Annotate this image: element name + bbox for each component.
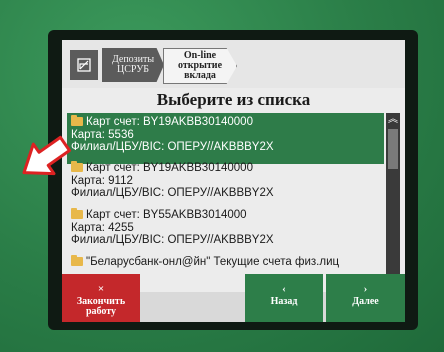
branch-bic: Филиал/ЦБУ/BIC: ОПЕРУ//AKBBBY2X [71, 141, 274, 153]
pointer-arrow-icon [22, 135, 72, 176]
page-title: Выберите из списка [156, 90, 311, 109]
account-number: Карт счет: BY19AKBB30140000 [86, 116, 253, 128]
next-button[interactable]: › Далее [326, 274, 405, 322]
scroll-thumb[interactable] [388, 129, 398, 169]
card-number: Карта: 4255 [71, 221, 134, 234]
finish-button[interactable]: × Закончить работу [62, 274, 140, 322]
card-number: Карта: 9112 [71, 174, 133, 187]
account-number: Карт счет: BY55AKBB3014000 [86, 209, 247, 221]
close-icon: × [97, 283, 105, 295]
home-icon [77, 58, 91, 72]
bottom-bar: × Закончить работу ‹ Назад › Далее [62, 274, 405, 322]
branch-bic: Филиал/ЦБУ/BIC: ОПЕРУ//AKBBBY2X [71, 234, 274, 246]
list-item[interactable]: Карт счет: BY19AKBB30140000 Карта: 9112 … [67, 159, 384, 210]
breadcrumb: Депозиты ЦСРУБ On-line открытие вклада [62, 40, 405, 88]
card-number: Карта: 5536 [71, 128, 134, 141]
back-label: Назад [270, 296, 298, 307]
chevron-right-icon: › [363, 283, 368, 295]
folder-icon [71, 255, 83, 266]
account-name: "Беларусбанк-онл@йн" Текущие счета физ.л… [86, 256, 340, 268]
home-button[interactable] [70, 50, 98, 80]
folder-icon [71, 115, 83, 126]
chevron-left-icon: ‹ [282, 283, 286, 295]
atm-screen: Депозиты ЦСРУБ On-line открытие вклада В… [62, 40, 405, 322]
scrollbar[interactable]: ︽ ︾ [386, 113, 400, 291]
chevron-up-icon[interactable]: ︽ [386, 113, 400, 127]
folder-icon [71, 161, 83, 172]
breadcrumb-step-online-opening: On-line открытие вклада [163, 48, 237, 84]
finish-label: Закончить работу [76, 296, 126, 317]
breadcrumb-step-deposits[interactable]: Депозиты ЦСРУБ [102, 48, 164, 82]
account-list: Карт счет: BY19AKBB30140000 Карта: 5536 … [67, 113, 384, 291]
folder-icon [71, 208, 83, 219]
list-item[interactable]: Карт счет: BY19AKBB30140000 Карта: 5536 … [67, 113, 384, 164]
branch-bic: Филиал/ЦБУ/BIC: ОПЕРУ//AKBBBY2X [71, 187, 274, 199]
list-item[interactable]: Карт счет: BY55AKBB3014000 Карта: 4255 Ф… [67, 206, 384, 257]
account-number: Карт счет: BY19AKBB30140000 [86, 162, 253, 174]
back-button[interactable]: ‹ Назад [245, 274, 323, 322]
next-label: Далее [352, 296, 379, 307]
